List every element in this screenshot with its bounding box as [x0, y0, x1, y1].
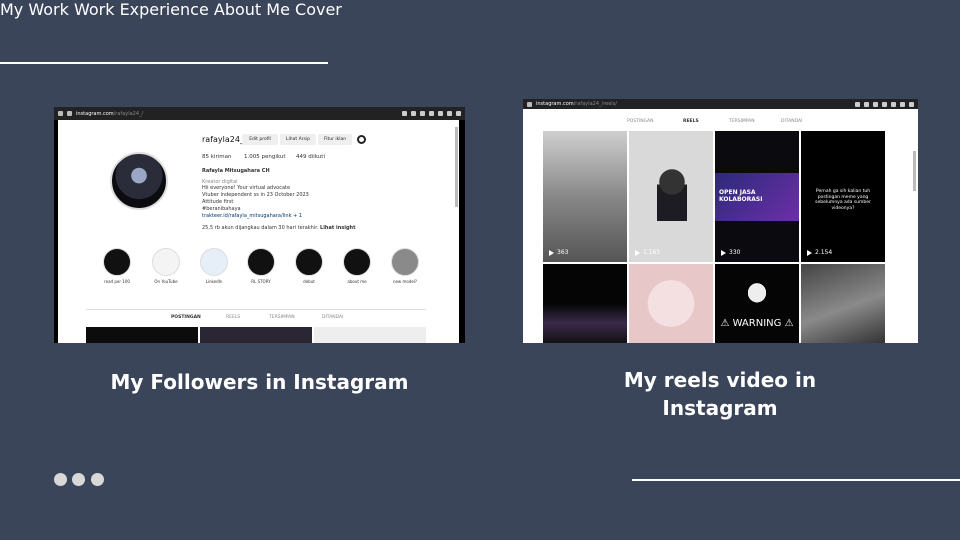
- tab-saved[interactable]: TERSIMPAN: [269, 315, 295, 320]
- address-bar: instagram.com/rafayla24_/reels/: [536, 101, 617, 107]
- nav-my-work[interactable]: My Work: [0, 0, 69, 19]
- reel-thumbnail[interactable]: [801, 264, 885, 343]
- story-highlight[interactable]: about me: [342, 248, 372, 284]
- reel-thumbnail[interactable]: Pernah ga sih kalian tuh postingan meme …: [801, 131, 885, 262]
- reel-thumbnail[interactable]: 363: [543, 131, 627, 262]
- settings-gear-icon[interactable]: [357, 135, 366, 144]
- reel-views: 330: [721, 249, 740, 256]
- post-thumbnail[interactable]: [314, 327, 426, 343]
- nav-work-experience[interactable]: Work Experience: [74, 0, 209, 19]
- dot[interactable]: [54, 473, 67, 486]
- address-bar: instagram.com/rafayla24_/: [76, 110, 144, 117]
- post-thumbnail[interactable]: [86, 327, 198, 343]
- dove-icon: [741, 276, 773, 304]
- reel-thumbnail[interactable]: [543, 264, 627, 343]
- reel-thumbnail[interactable]: OPEN JASA KOLABORASI 330: [715, 131, 799, 262]
- reel-thumbnail[interactable]: [629, 264, 713, 343]
- profile-avatar[interactable]: [110, 152, 168, 210]
- play-icon: [721, 249, 726, 256]
- caption-followers: My Followers in Instagram: [110, 370, 409, 394]
- story-highlight[interactable]: new model?: [390, 248, 420, 284]
- dot[interactable]: [91, 473, 104, 486]
- post-thumbnail[interactable]: [200, 327, 312, 343]
- reel-thumbnail[interactable]: ⚠ WARNING ⚠: [715, 264, 799, 343]
- page-sidebar-dark: [54, 120, 58, 343]
- collab-poster: OPEN JASA KOLABORASI: [715, 173, 799, 221]
- browser-extension-icons: [402, 111, 461, 116]
- username: rafayla24_: [202, 135, 244, 144]
- full-name: Rafayla Mitsugahara CH: [202, 168, 270, 174]
- play-icon: [807, 249, 812, 256]
- dot[interactable]: [72, 473, 85, 486]
- back-icon: [58, 111, 63, 116]
- view-archive-button[interactable]: Lihat Arsip: [280, 134, 316, 145]
- warning-label: ⚠ WARNING ⚠: [720, 318, 794, 329]
- anime-character-figure: [657, 169, 687, 221]
- reel-thumbnail[interactable]: 1.165: [629, 131, 713, 262]
- scrollbar[interactable]: [913, 151, 916, 191]
- bio-line-2: Vtuber independent ss in 23 October 2023: [202, 192, 309, 198]
- bio-line-1: Hii everyone! Your virtual advocate: [202, 185, 291, 191]
- tabs-divider: [86, 309, 426, 310]
- story-highlight[interactable]: read per 100: [102, 248, 132, 284]
- reel-views: 2.154: [807, 249, 832, 256]
- reel-meme-text: Pernah ga sih kalian tuh postingan meme …: [815, 189, 871, 211]
- tab-saved[interactable]: TERSIMPAN: [729, 119, 755, 124]
- bio-line-4: #beranibahaya: [202, 206, 241, 212]
- tab-posts[interactable]: POSTINGAN: [171, 315, 201, 320]
- ads-tools-button[interactable]: Fitur iklan: [318, 134, 352, 145]
- lock-icon: [527, 101, 532, 107]
- tab-reels[interactable]: REELS: [683, 119, 699, 124]
- insight-text: 25,5 rb akun dijangkau dalam 30 hari ter…: [202, 225, 356, 231]
- profile-link[interactable]: trakteer.id/rafayla_mitsugahara/link + 1: [202, 213, 302, 219]
- browser-extension-icons: [855, 101, 914, 107]
- tab-reels[interactable]: REELS: [226, 315, 240, 320]
- tab-tagged[interactable]: DITANDAI: [781, 119, 802, 124]
- story-highlight[interactable]: On YouTube: [151, 248, 181, 284]
- instagram-reels-screenshot: instagram.com/rafayla24_/reels/ POSTINGA…: [523, 99, 918, 343]
- play-icon: [549, 249, 554, 256]
- top-navigation: My Work Work Experience About Me Cover: [0, 0, 960, 19]
- collab-poster-text: OPEN JASA KOLABORASI: [719, 189, 763, 203]
- edit-profile-button[interactable]: Edit profil: [242, 134, 278, 145]
- bio-line-3: Attitude first: [202, 199, 234, 205]
- nav-cover[interactable]: Cover: [295, 0, 342, 19]
- following-count[interactable]: 449 diikuti: [296, 154, 325, 160]
- tab-tagged[interactable]: DITANDAI: [322, 315, 343, 320]
- scrollbar[interactable]: [455, 127, 458, 207]
- story-highlight[interactable]: LinkedIn: [199, 248, 229, 284]
- story-highlight[interactable]: RL STORY: [246, 248, 276, 284]
- instagram-profile-screenshot: instagram.com/rafayla24_/ rafayla24_ Edi…: [54, 107, 465, 343]
- browser-toolbar: instagram.com/rafayla24_/: [54, 107, 465, 120]
- caption-reels: My reels video in Instagram: [623, 368, 817, 420]
- page-right-dark: [459, 120, 465, 343]
- reel-views: 1.165: [635, 249, 660, 256]
- divider-bottom-right: [632, 479, 960, 481]
- browser-toolbar: instagram.com/rafayla24_/reels/: [523, 99, 918, 109]
- nav-about-me[interactable]: About Me: [214, 0, 290, 19]
- followers-count[interactable]: 1.005 pengikut: [244, 154, 286, 160]
- divider-top-left: [0, 62, 328, 64]
- reload-icon: [67, 111, 72, 116]
- story-highlight[interactable]: debut: [294, 248, 324, 284]
- posts-count: 85 kiriman: [202, 154, 232, 160]
- play-icon: [635, 249, 640, 256]
- tab-posts[interactable]: POSTINGAN: [627, 119, 654, 124]
- insight-link[interactable]: Lihat insight: [320, 225, 355, 231]
- reel-views: 363: [549, 249, 568, 256]
